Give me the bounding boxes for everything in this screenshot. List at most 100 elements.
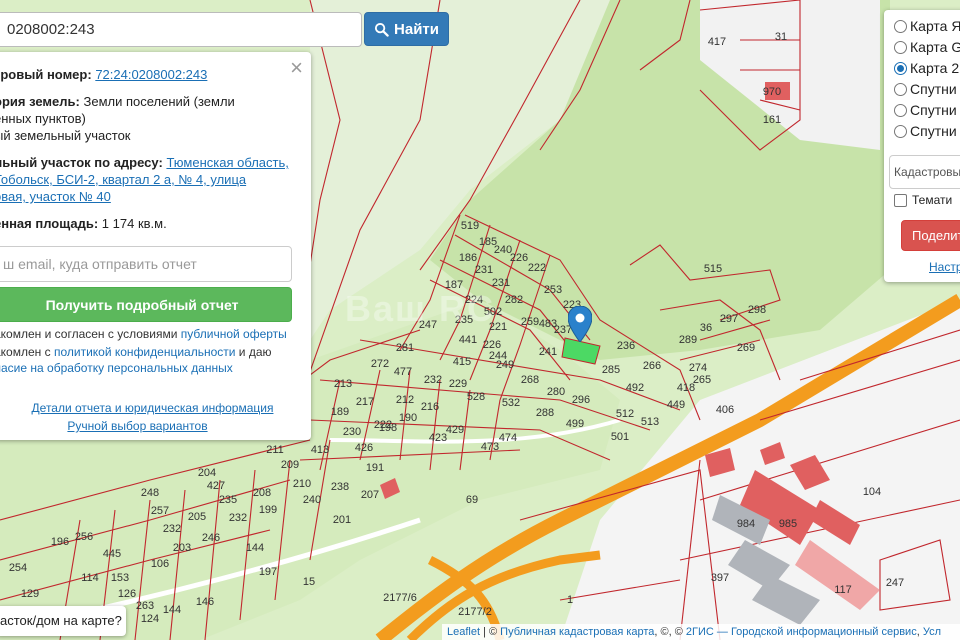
search-button-label: Найти xyxy=(394,20,439,38)
parcel-number-label: 423 xyxy=(429,432,447,444)
area-value: 1 174 кв.м. xyxy=(101,216,167,231)
report-details-link[interactable]: Детали отчета и юридическая информация xyxy=(0,400,311,417)
offer-consent: акомлен и согласен с условиями публичной… xyxy=(0,326,294,342)
address-row: льный участок по адресу: Тюменская облас… xyxy=(0,154,294,205)
find-plot-popup[interactable]: асток/дом на карте? xyxy=(0,606,126,636)
layer-option-google[interactable]: Карта G xyxy=(894,39,960,55)
parcel-number-label: 191 xyxy=(366,462,384,474)
parcel-number-label: 265 xyxy=(693,374,711,386)
parcel-number-label: 445 xyxy=(103,548,121,560)
2gis-link[interactable]: 2ГИС — Городской информационный сервис xyxy=(686,626,917,638)
search-icon xyxy=(374,22,389,37)
parcel-number-label: 268 xyxy=(521,374,539,386)
parcel-number-label: 204 xyxy=(198,467,216,479)
radio-icon[interactable] xyxy=(894,103,907,117)
radio-icon[interactable] xyxy=(894,19,907,33)
manual-selection-link[interactable]: Ручной выбор вариантов xyxy=(0,418,296,435)
area-row: енная площадь: 1 174 кв.м. xyxy=(0,215,294,232)
parcel-number-label: 211 xyxy=(266,444,284,456)
parcel-number-label: 232 xyxy=(229,512,247,524)
parcel-number-label: 441 xyxy=(459,334,477,346)
parcel-number-label: 197 xyxy=(259,566,277,578)
overlay-layer-select[interactable]: Кадастровые xyxy=(889,155,960,189)
address-link[interactable]: Тюменская область, xyxy=(166,155,288,170)
cadastral-number-row: тровый номер: 72:24:0208002:243 xyxy=(0,66,294,83)
thematic-label: Темати xyxy=(912,193,953,207)
parcel-number-label: 984 xyxy=(737,518,755,530)
search-input[interactable] xyxy=(0,12,362,47)
address-link-cont[interactable]: Тобольск, БСИ-2, квартал 2 а, № 4, улица xyxy=(0,172,246,187)
email-field[interactable] xyxy=(0,246,292,282)
parcel-number-label: 216 xyxy=(421,401,439,413)
land-use-value: ый земельный участок xyxy=(0,128,131,143)
radio-icon[interactable] xyxy=(894,82,907,96)
parcel-number-label: 2177/6 xyxy=(383,592,417,604)
public-offer-link[interactable]: публичной оферты xyxy=(181,327,287,341)
layer-option-satellite-2[interactable]: Спутни xyxy=(894,102,957,118)
search-button[interactable]: Найти xyxy=(364,12,449,46)
settings-link[interactable]: Настр xyxy=(929,260,960,274)
parcel-number-label: 31 xyxy=(775,31,787,43)
parcel-number-label: 226 xyxy=(510,252,528,264)
cadastral-number-label: тровый номер: xyxy=(0,67,92,82)
privacy-consent: акомлен с политикой конфиденциальности и… xyxy=(0,344,294,360)
parcel-number-label: 199 xyxy=(259,504,277,516)
offer-consent-text: акомлен и согласен с условиями xyxy=(0,327,178,341)
land-category-row: ория земель: Земли поселений (земли енны… xyxy=(0,93,294,144)
layer-option-satellite-1[interactable]: Спутни xyxy=(894,81,957,97)
parcel-number-label: 186 xyxy=(459,252,477,264)
parcel-number-label: 247 xyxy=(886,577,904,589)
parcel-number-label: 231 xyxy=(475,264,493,276)
pkk-link[interactable]: Публичная кадастровая карта xyxy=(500,626,654,638)
address-link-end[interactable]: овая, участок № 40 xyxy=(0,189,111,204)
parcel-number-label: 203 xyxy=(173,542,191,554)
parcel-number-label: 248 xyxy=(141,487,159,499)
layer-option-2gis[interactable]: Карта 2 xyxy=(894,60,959,76)
parcel-number-label: 2177/2 xyxy=(458,606,492,618)
share-button[interactable]: Поделит xyxy=(901,220,960,251)
layer-option-label: Карта Я xyxy=(910,18,960,34)
layer-option-label: Карта 2 xyxy=(910,60,960,76)
terms-link[interactable]: Усл xyxy=(923,626,941,638)
parcel-number-label: 69 xyxy=(466,494,478,506)
parcel-number-label: 217 xyxy=(356,396,374,408)
leaflet-link[interactable]: Leaflet xyxy=(447,626,480,638)
parcel-number-label: 257 xyxy=(151,505,169,517)
data-processing-link[interactable]: ласие на обработку персональных данных xyxy=(0,361,233,375)
parcel-number-label: 406 xyxy=(716,404,734,416)
map-marker-icon[interactable] xyxy=(568,306,592,342)
parcel-number-label: 254 xyxy=(9,562,27,574)
parcel-number-label: 15 xyxy=(303,576,315,588)
parcel-number-label: 499 xyxy=(566,418,584,430)
parcel-number-label: 418 xyxy=(677,382,695,394)
address-label: льный участок по адресу: xyxy=(0,155,163,170)
parcel-number-label: 512 xyxy=(616,408,634,420)
cadastral-number-link[interactable]: 72:24:0208002:243 xyxy=(95,67,207,82)
parcel-number-label: 246 xyxy=(202,532,220,544)
parcel-number-label: 144 xyxy=(246,542,264,554)
parcel-number-label: 253 xyxy=(544,284,562,296)
thematic-checkbox[interactable]: Темати xyxy=(894,193,952,207)
parcel-number-label: 296 xyxy=(572,394,590,406)
get-report-button[interactable]: Получить подробный отчет xyxy=(0,287,292,322)
privacy-policy-link[interactable]: политикой конфиденциальности xyxy=(54,345,235,359)
parcel-number-label: 230 xyxy=(343,426,361,438)
parcel-number-label: 198 xyxy=(379,422,397,434)
parcel-number-label: 515 xyxy=(704,263,722,275)
attribution-separator: | © xyxy=(480,626,501,638)
parcel-number-label: 285 xyxy=(602,364,620,376)
layer-switcher-panel: Карта Я Карта G Карта 2 Спутни Спутни Сп… xyxy=(884,10,960,282)
parcel-number-label: 528 xyxy=(467,391,485,403)
parcel-number-label: 144 xyxy=(163,604,181,616)
parcel-number-label: 274 xyxy=(689,362,707,374)
radio-icon[interactable] xyxy=(894,124,907,138)
layer-option-yandex[interactable]: Карта Я xyxy=(894,18,960,34)
radio-selected-icon[interactable] xyxy=(894,61,907,75)
parcel-number-label: 201 xyxy=(333,514,351,526)
parcel-number-label: 256 xyxy=(75,531,93,543)
land-category-value-cont: енных пунктов) xyxy=(0,111,86,126)
checkbox-icon[interactable] xyxy=(894,193,907,207)
parcel-number-label: 232 xyxy=(424,374,442,386)
layer-option-satellite-3[interactable]: Спутни xyxy=(894,123,957,139)
radio-icon[interactable] xyxy=(894,40,907,54)
